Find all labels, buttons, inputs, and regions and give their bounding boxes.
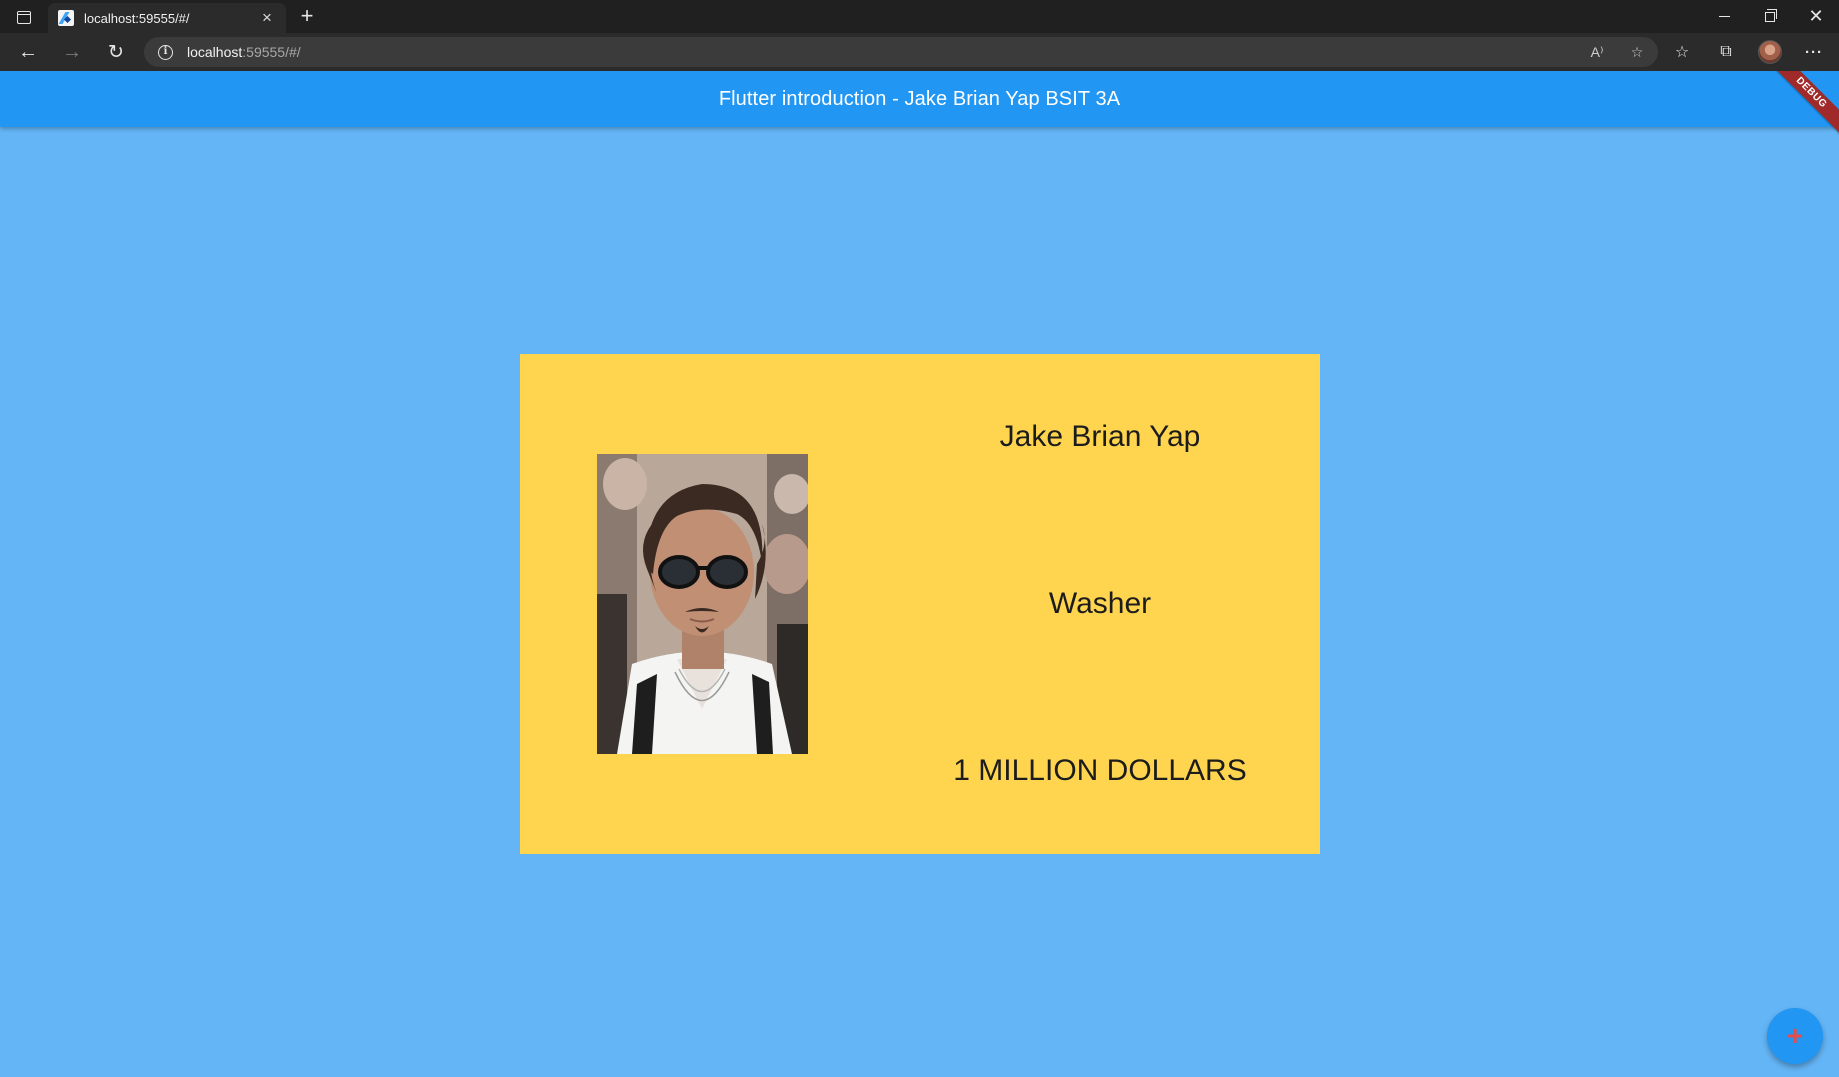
favorites-icon: ☆ <box>1674 44 1690 61</box>
back-button[interactable]: ← <box>12 37 44 67</box>
flutter-favicon-icon <box>58 10 74 26</box>
add-icon: + <box>1786 1020 1804 1051</box>
more-button[interactable]: ··· <box>1792 37 1836 67</box>
site-info-icon[interactable]: i <box>158 44 173 60</box>
profile-job: Washer <box>1048 587 1152 620</box>
url-path: :59555/#/ <box>242 44 301 60</box>
flutter-app: Flutter introduction - Jake Brian Yap BS… <box>0 71 1839 1077</box>
forward-button[interactable]: → <box>56 37 88 67</box>
profile-photo-image <box>597 454 808 754</box>
back-arrow-icon: ← <box>18 40 38 63</box>
profile-avatar <box>1758 40 1782 64</box>
tab-actions-button[interactable] <box>10 5 38 29</box>
app-bar: Flutter introduction - Jake Brian Yap BS… <box>0 71 1839 127</box>
browser-titlebar: localhost:59555/#/ × + ✕ <box>0 0 1839 33</box>
browser-toolbar: ← → ↻ i localhost:59555/#/ A⁾ ☆ ☆ ⧉ ··· <box>0 33 1839 71</box>
floating-action-button[interactable]: + <box>1767 1008 1823 1064</box>
collections-button[interactable]: ⧉ <box>1704 37 1748 67</box>
read-aloud-icon[interactable]: A⁾ <box>1586 44 1608 61</box>
minimize-button[interactable] <box>1701 0 1747 33</box>
tab-title: localhost:59555/#/ <box>84 10 190 26</box>
address-bar[interactable]: i localhost:59555/#/ A⁾ ☆ <box>144 37 1658 67</box>
browser-tab[interactable]: localhost:59555/#/ × <box>48 3 286 33</box>
window-controls: ✕ <box>1701 0 1839 33</box>
profile-button[interactable] <box>1748 37 1792 67</box>
more-icon: ··· <box>1805 43 1823 61</box>
profile-photo <box>597 454 808 754</box>
browser-tool-icons: ☆ ⧉ ··· <box>1660 37 1836 67</box>
profile-card: Jake Brian Yap Washer 1 MILLION DOLLARS <box>520 354 1320 854</box>
favorites-button[interactable]: ☆ <box>1660 37 1704 67</box>
window-close-button[interactable]: ✕ <box>1793 0 1839 33</box>
collections-icon: ⧉ <box>1720 43 1732 60</box>
app-bar-title: Flutter introduction - Jake Brian Yap BS… <box>718 87 1121 110</box>
url-host: localhost <box>187 44 243 60</box>
minimize-icon <box>1718 15 1730 18</box>
add-favorite-icon[interactable]: ☆ <box>1626 44 1648 61</box>
refresh-icon: ↻ <box>108 41 124 63</box>
forward-arrow-icon: → <box>62 40 82 63</box>
window-close-icon: ✕ <box>1808 6 1824 26</box>
profile-name: Jake Brian Yap <box>999 420 1201 453</box>
restore-button[interactable] <box>1747 0 1793 33</box>
restore-icon <box>1765 8 1777 22</box>
refresh-button[interactable]: ↻ <box>100 37 132 67</box>
tab-close-icon[interactable]: × <box>258 9 276 27</box>
new-tab-button[interactable]: + <box>294 4 320 30</box>
address-bar-actions: A⁾ ☆ <box>1586 37 1648 67</box>
profile-salary: 1 MILLION DOLLARS <box>953 754 1247 787</box>
tab-actions-icon <box>17 10 31 24</box>
profile-info: Jake Brian Yap Washer 1 MILLION DOLLARS <box>890 354 1310 854</box>
